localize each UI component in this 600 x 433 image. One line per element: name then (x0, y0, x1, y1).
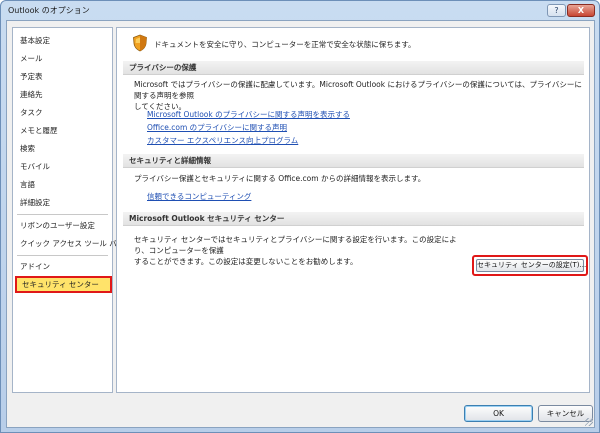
sidebar-item-notes-journal[interactable]: メモと履歴 (13, 122, 112, 139)
sidebar-item-customize-ribbon[interactable]: リボンのユーザー設定 (13, 217, 112, 234)
window-title: Outlook のオプション (8, 6, 90, 15)
sidebar-item-addins[interactable]: アドイン (13, 258, 112, 275)
close-button[interactable]: X (567, 4, 595, 17)
trust-center-panel: ドキュメントを安全に守り、コンピューターを正常で安全な状態に保ちます。 プライバ… (116, 27, 590, 393)
title-bar: Outlook のオプション ? X (1, 1, 599, 19)
sidebar-item-mail[interactable]: メール (13, 50, 112, 67)
privacy-description: Microsoft ではプライバシーの保護に配慮しています。Microsoft … (134, 79, 586, 112)
trust-center-settings-button[interactable]: セキュリティ センターの設定(T)... (476, 259, 586, 272)
sidebar-item-language[interactable]: 言語 (13, 176, 112, 193)
shield-icon (133, 34, 147, 52)
sidebar-divider (17, 214, 108, 215)
sidebar-item-calendar[interactable]: 予定表 (13, 68, 112, 85)
category-sidebar: 基本設定 メール 予定表 連絡先 タスク メモと履歴 検索 モバイル 言語 詳細… (12, 27, 124, 393)
section-header-trust-center: Microsoft Outlook セキュリティ センター (123, 212, 584, 226)
sidebar-item-tasks[interactable]: タスク (13, 104, 112, 121)
sidebar-item-mobile[interactable]: モバイル (13, 158, 112, 175)
resize-grip-icon[interactable] (585, 418, 593, 426)
trust-center-text-line: することができます。この設定は変更しないことをお勧めします。 (134, 257, 358, 266)
dialog-client-area: 基本設定 メール 予定表 連絡先 タスク メモと履歴 検索 モバイル 言語 詳細… (6, 20, 595, 428)
security-description: プライバシー保護とセキュリティに関する Office.com からの詳細情報を表… (134, 174, 426, 183)
intro-text: ドキュメントを安全に守り、コンピューターを正常で安全な状態に保ちます。 (154, 40, 416, 49)
help-button[interactable]: ? (547, 4, 566, 17)
section-header-privacy: プライバシーの保護 (123, 61, 584, 75)
trust-center-settings-highlight: セキュリティ センターの設定(T)... (472, 255, 588, 276)
privacy-statement-link[interactable]: Microsoft Outlook のプライバシーに関する声明を表示する (147, 109, 350, 120)
options-window: Outlook のオプション ? X 基本設定 メール 予定表 連絡先 タスク … (0, 0, 600, 433)
sidebar-item-quick-access-toolbar[interactable]: クイック アクセス ツール バー (13, 235, 124, 252)
trust-center-text-line: セキュリティ センターではセキュリティとプライバシーに関する設定を行います。この… (134, 235, 457, 255)
privacy-text-line: Microsoft ではプライバシーの保護に配慮しています。Microsoft … (134, 80, 582, 100)
sidebar-item-trust-center[interactable]: セキュリティ センター (15, 276, 112, 293)
trustworthy-computing-link[interactable]: 信頼できるコンピューティング (147, 191, 251, 202)
sidebar-item-contacts[interactable]: 連絡先 (13, 86, 112, 103)
office-privacy-link[interactable]: Office.com のプライバシーに関する声明 (147, 122, 287, 133)
sidebar-item-search[interactable]: 検索 (13, 140, 112, 157)
sidebar-item-advanced[interactable]: 詳細設定 (13, 194, 112, 211)
ok-button[interactable]: OK (464, 405, 533, 422)
sidebar-item-general[interactable]: 基本設定 (13, 32, 112, 49)
ceip-link[interactable]: カスタマー エクスペリエンス向上プログラム (147, 135, 298, 146)
trust-center-description: セキュリティ センターではセキュリティとプライバシーに関する設定を行います。この… (134, 234, 470, 267)
section-header-security: セキュリティと詳細情報 (123, 154, 584, 168)
sidebar-divider (17, 255, 108, 256)
